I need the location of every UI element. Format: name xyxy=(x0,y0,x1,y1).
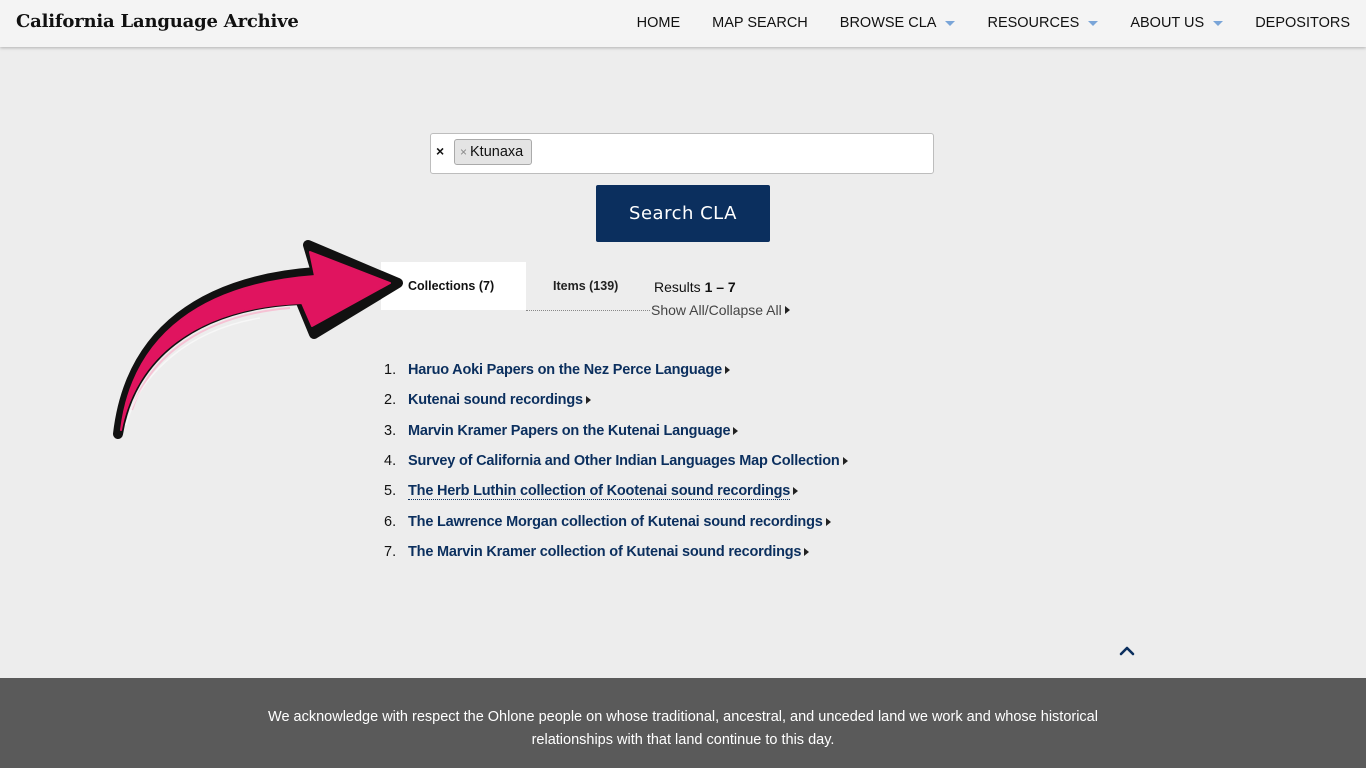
collection-link[interactable]: The Herb Luthin collection of Kootenai s… xyxy=(408,483,790,500)
tab-items[interactable]: Items (139) xyxy=(553,279,618,293)
show-all-toggle[interactable]: Show All/Collapse All xyxy=(651,302,790,318)
collection-link[interactable]: Survey of California and Other Indian La… xyxy=(408,453,840,469)
tab-collections-label: Collections (7) xyxy=(408,279,495,293)
site-footer: We acknowledge with respect the Ohlone p… xyxy=(0,678,1366,768)
search-button[interactable]: Search CLA xyxy=(596,185,770,242)
caret-right-icon[interactable] xyxy=(842,457,848,466)
collection-link[interactable]: Kutenai sound recordings xyxy=(408,392,583,408)
item-number: 4. xyxy=(384,453,397,470)
collection-link[interactable]: The Lawrence Morgan collection of Kutena… xyxy=(408,514,823,530)
nav-depositors-label: DEPOSITORS xyxy=(1255,15,1350,31)
caret-right-icon xyxy=(784,306,790,314)
results-range: 1 – 7 xyxy=(704,279,736,295)
show-all-label: Show All/Collapse All xyxy=(651,302,782,318)
main-nav: HOME MAP SEARCH BROWSE CLA RESOURCES ABO… xyxy=(637,15,1350,31)
collection-link[interactable]: Marvin Kramer Papers on the Kutenai Lang… xyxy=(408,423,731,439)
tab-collections[interactable]: Collections (7) xyxy=(381,262,526,310)
nav-resources[interactable]: RESOURCES xyxy=(987,15,1099,31)
tab-divider xyxy=(526,310,650,311)
chevron-down-icon xyxy=(945,21,956,26)
nav-browse-cla-label: BROWSE CLA xyxy=(839,15,937,31)
caret-right-icon[interactable] xyxy=(724,366,730,375)
land-acknowledgment: We acknowledge with respect the Ohlone p… xyxy=(268,709,1098,748)
list-item: 2. Kutenai sound recordings xyxy=(384,385,848,415)
results-list: 1. Haruo Aoki Papers on the Nez Perce Lan… xyxy=(384,355,848,567)
caret-right-icon[interactable] xyxy=(585,396,591,405)
item-number: 1. xyxy=(384,362,397,379)
tab-items-label: Items (139) xyxy=(553,279,619,293)
caret-right-icon[interactable] xyxy=(804,547,810,556)
clear-all-icon[interactable]: × xyxy=(436,143,444,159)
item-number: 5. xyxy=(384,483,397,500)
caret-right-icon[interactable] xyxy=(733,426,739,435)
list-item: 1. Haruo Aoki Papers on the Nez Perce Lan… xyxy=(384,355,848,385)
item-number: 7. xyxy=(384,543,397,560)
nav-map-search-label: MAP SEARCH xyxy=(712,15,808,31)
collection-link[interactable]: Haruo Aoki Papers on the Nez Perce Langu… xyxy=(408,362,722,378)
site-header: California Language Archive HOME MAP SEA… xyxy=(0,0,1366,47)
site-title[interactable]: California Language Archive xyxy=(16,11,299,32)
results-prefix: Results xyxy=(654,279,705,295)
nav-map-search[interactable]: MAP SEARCH xyxy=(712,15,808,31)
nav-resources-label: RESOURCES xyxy=(987,15,1080,31)
nav-home[interactable]: HOME xyxy=(637,15,681,31)
item-number: 6. xyxy=(384,513,397,530)
results-count: Results 1 – 7 xyxy=(654,279,736,295)
search-tag-label: Ktunaxa xyxy=(470,144,524,160)
chevron-up-icon[interactable] xyxy=(1119,643,1135,659)
nav-home-label: HOME xyxy=(636,15,681,31)
remove-tag-icon[interactable]: × xyxy=(460,145,467,159)
nav-about-us[interactable]: ABOUT US xyxy=(1130,15,1224,31)
list-item: 3. Marvin Kramer Papers on the Kutenai La… xyxy=(384,416,848,446)
nav-browse-cla[interactable]: BROWSE CLA xyxy=(840,15,956,31)
list-item: 5. The Herb Luthin collection of Kootenai… xyxy=(384,476,848,506)
list-item: 6. The Lawrence Morgan collection of Kute… xyxy=(384,506,848,536)
item-number: 2. xyxy=(384,392,397,409)
chevron-down-icon xyxy=(1088,21,1099,26)
nav-depositors[interactable]: DEPOSITORS xyxy=(1255,15,1350,31)
chevron-down-icon xyxy=(1213,21,1224,26)
item-number: 3. xyxy=(384,422,397,439)
search-input[interactable]: × × Ktunaxa xyxy=(430,133,934,174)
nav-about-us-label: ABOUT US xyxy=(1130,15,1205,31)
collection-link[interactable]: The Marvin Kramer collection of Kutenai … xyxy=(408,544,801,560)
list-item: 4. Survey of California and Other Indian … xyxy=(384,446,848,476)
search-tag: × Ktunaxa xyxy=(454,139,533,165)
list-item: 7. The Marvin Kramer collection of Kutena… xyxy=(384,537,848,567)
caret-right-icon[interactable] xyxy=(793,487,799,496)
caret-right-icon[interactable] xyxy=(825,517,831,526)
